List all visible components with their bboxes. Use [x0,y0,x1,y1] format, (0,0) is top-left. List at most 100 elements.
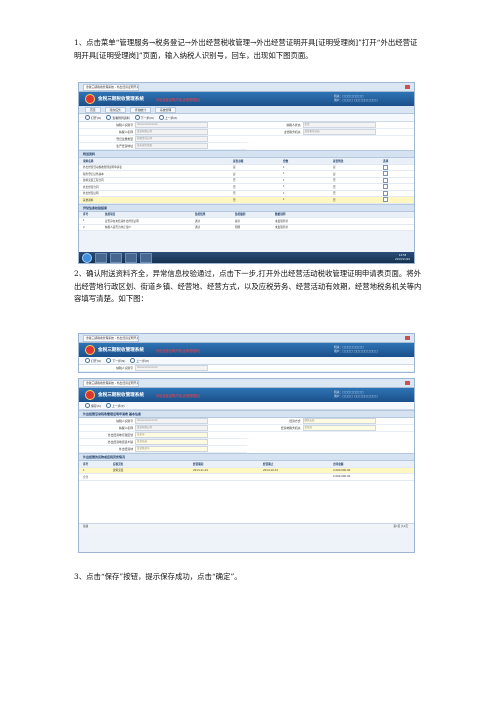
close-icon[interactable] [405,85,410,89]
radio-icon [106,115,112,120]
system-name: 金税三期税收管理系统 [98,393,144,398]
step2-text: 2、确认附送资料齐全，异常信息校验通过，点击下一步,打开外出经营活动税收管理证明… [74,269,422,303]
close-icon[interactable] [405,336,410,340]
step3-text: 3、点击“保存”按钮，提示保存成功，点击“确定”。 [74,572,242,581]
section-docs: 附送资料 [79,150,414,158]
check-table: 序号 监控项目 监控结果 监控级别 数据说明 1 是否存在未结清外出经营证明 通过提… [79,211,414,231]
taskbar: 14:55 2013/11/01 [79,252,414,263]
goods-table: 序号 应税劳务 经营期起 经营期止 合同金额 1 建筑安装 2013-11-01… [79,461,414,481]
section-goods: 外出经营的货物或应税劳务情况 [79,453,414,461]
radio-icon [85,358,90,363]
user-info: 机关：□□□□□□□□ 用户：□□□□ □□□□□□□□□ [334,94,404,102]
row-checkbox[interactable] [383,197,388,203]
field-address: 生产经营地址 某市某区某路 [79,143,247,150]
taskbar-app-icon[interactable] [110,252,122,263]
close-icon[interactable] [405,381,410,385]
field-taxpayer-status: 纳税人状态 正常 [246,122,414,129]
prev-step-button[interactable]: 上一步(P) [158,115,177,120]
taskbar-app-icon[interactable] [95,252,107,263]
radio-open[interactable]: 打开(O) [85,358,101,363]
business-mode-select[interactable]: 建筑安装 [302,418,376,424]
pager[interactable]: 第1页 共1页 [394,524,409,530]
row-checkbox[interactable] [383,190,388,196]
taskbar-app-icon[interactable] [140,252,152,263]
taxpayer-id-input[interactable]: 4xxxxxxxxxxxxx [135,122,208,128]
form-field: 纳税人名称 某某有限公司 [79,425,247,432]
browser-tab[interactable]: 金税三期税收管理系统 - 外出经营证明开具 [83,379,139,387]
form-field: 外出经营地 某某路某号 [79,446,247,453]
browser-titlebar: 金税三期税收管理系统 - 外出经营证明开具 [79,83,414,92]
tax-emblem-icon [85,390,95,400]
prev-step-button[interactable]: 上一步(P) [130,358,149,363]
menu-home[interactable]: 首页 [85,106,101,113]
radio-open[interactable]: 打开(O) [85,115,101,120]
menu-tasks[interactable]: 待办任务 [104,106,126,113]
radio-icon [85,115,90,120]
tax-office-select[interactable]: 某某局 [302,425,376,431]
street-select[interactable]: 某某街道 [135,439,208,445]
row-checkbox[interactable] [383,171,388,177]
location-input[interactable]: 某某路某号 [135,446,208,452]
field-tax-authority: 主管税务机关 某某税务分局 [246,129,414,136]
form-field: 外出经营地行政区划 某某市 [79,432,247,439]
row-checkbox[interactable] [383,184,388,190]
row-checkbox[interactable] [383,177,388,183]
page-banner: 外出经营证明开具[证明受理岗] [155,348,200,353]
app-header: 金税三期税收管理系统 外出经营证明开具[证明受理岗] 机关：□□□□□□□□ 用… [79,343,414,357]
user-info: 机关：□□□□□□□□ 用户：□□□□ □□□□□□□□□ [334,345,378,353]
row-checkbox[interactable] [383,164,388,170]
toolbar: 打开(O) 下一步(N) 上一步(P) [79,357,414,365]
field-taxpayer-id: 纳税人识别号 4xxxxxxxxxxxxx [79,365,414,372]
toolbar: 打开(O) 查看附列资料 下一步(N) 上一步(P) [79,114,414,122]
radio-view-docs[interactable]: 查看附列资料 [106,115,130,120]
system-name: 金税三期税收管理系统 [98,97,144,102]
arrow-left-icon [105,403,111,408]
next-step-button[interactable]: 下一步(N) [106,358,125,363]
app-header: 金税三期税收管理系统 外出经营证明开具[证明受理岗] 机关：□□□□□□□□ 用… [79,92,414,106]
arrow-right-icon [106,358,112,363]
browser-titlebar: 金税三期税收管理系统 - 外出经营证明开具 [79,379,414,388]
form-field: 纳税人识别号 4xxxxxxxxxxxxx [79,418,247,425]
screenshot-application-form: 金税三期税收管理系统 - 外出经营证明开具 金税三期税收管理系统 外出经营证明开… [78,378,415,553]
next-step-button[interactable]: 下一步(N) [134,115,154,120]
browser-titlebar: 金税三期税收管理系统 - 外出经营证明开具 [79,334,414,343]
menu-system[interactable]: 系统管理 [155,106,177,113]
field-reg-type: 登记注册类型 有限责任公司 [79,136,247,143]
browser-tab[interactable]: 金税三期税收管理系统 - 外出经营证明开具 [83,334,139,342]
save-button[interactable]: 保存(S) [85,403,101,408]
page-banner: 外出经营证明开具[证明受理岗] [155,97,200,102]
section-form: 外出经营活动税收管理证明申请表 基本信息 [79,410,414,418]
arrow-right-icon [134,115,140,120]
status-bar: 就绪 第1页 共1页 [79,522,414,530]
main-menu: 首页 待办任务 查询统计 系统管理 [79,106,414,114]
form-field: 外出经营地街道乡镇 某某街道 [79,439,247,446]
prev-step-button[interactable]: 上一步(P) [105,403,125,408]
section-check: 异常信息校验结果 [79,203,414,212]
form-field: 经营地税务机关 某某局 [246,425,414,432]
step1-text: 1、点击菜单“管理服务→税务登记→外出经营税收管理→外出经营证明开具[证明受理岗… [74,38,418,60]
form-field: 经营方式 建筑安装 [246,418,414,425]
field-taxpayer-id: 纳税人识别号 4xxxxxxxxxxxxx [79,122,247,129]
region-select[interactable]: 某某市 [135,432,208,438]
screenshot-certificate-accept: 金税三期税收管理系统 - 外出经营证明开具 金税三期税收管理系统 外出经营证明开… [78,82,415,264]
user-name: 用户：□□□□ □□□□□□□□□ [334,98,378,102]
browser-tab[interactable]: 金税三期税收管理系统 - 外出经营证明开具 [83,83,139,91]
taskbar-app-icon[interactable] [125,252,137,263]
system-name: 金税三期税收管理系统 [98,348,144,353]
arrow-left-icon [158,115,164,120]
app-header: 金税三期税收管理系统 外出经营证明开具[证明受理岗] 机关：□□□□□□□□ 用… [79,388,414,402]
field-taxpayer-name: 纳税人名称 某某有限公司 [79,129,247,136]
tax-emblem-icon [85,94,95,104]
table-row[interactable]: 2 纳税人是否为非正常户 通过 阻断 未发现异常 [79,225,414,231]
menu-query[interactable]: 查询统计 [129,106,152,113]
page-banner: 外出经营证明开具[证明受理岗] [155,393,200,398]
screenshot-next-step: 金税三期税收管理系统 - 外出经营证明开具 金税三期税收管理系统 外出经营证明开… [78,333,415,373]
docs-table: 资料名称 是否必报 份数 是否附送 选择 外出经营活动税收管理证明申请表是 1 是 … [79,158,414,204]
arrow-left-icon [130,358,136,363]
clock: 14:55 2013/11/01 [395,254,410,261]
start-icon[interactable] [82,252,92,263]
user-info: 机关：□□□□□□□□ 用户：□□□□ □□□□□□□□□ [334,390,378,398]
save-icon [85,403,90,408]
tax-emblem-icon [85,345,95,355]
toolbar: 保存(S) 上一步(P) [79,402,414,410]
